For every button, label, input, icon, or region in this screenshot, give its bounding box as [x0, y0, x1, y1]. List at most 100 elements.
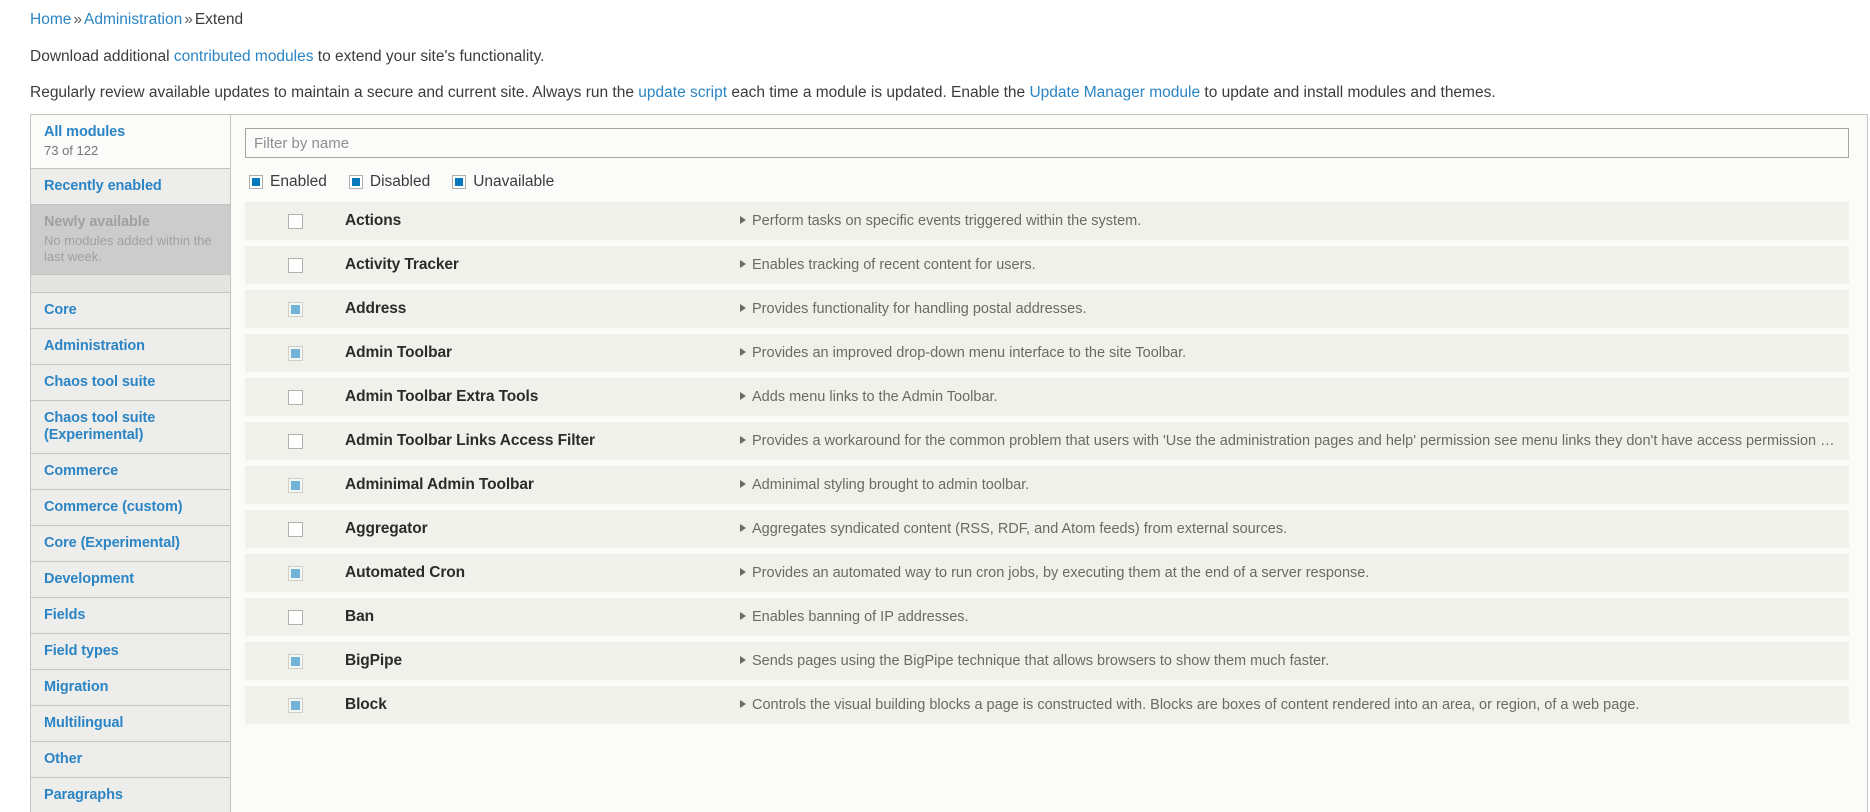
- sidebar-item-chaos-tool-suite-experimental[interactable]: Chaos tool suite (Experimental): [31, 401, 230, 454]
- module-list-pane: Enabled Disabled Unavailable Actions Perf…: [231, 115, 1868, 812]
- sidebar-item-commerce[interactable]: Commerce: [31, 454, 230, 490]
- module-enable-checkbox: [287, 345, 303, 361]
- module-enable-cell: [245, 565, 345, 581]
- module-description-cell: Provides an improved drop-down menu inte…: [740, 345, 1849, 361]
- module-enable-checkbox: [287, 653, 303, 669]
- module-enable-cell: [245, 609, 345, 625]
- module-name: Admin Toolbar: [345, 344, 452, 361]
- module-name: Actions: [345, 212, 402, 229]
- module-enable-checkbox[interactable]: [287, 609, 303, 625]
- sidebar-item-label: Commerce: [44, 463, 119, 479]
- sidebar-item-commerce-custom[interactable]: Commerce (custom): [31, 490, 230, 526]
- chevron-right-icon[interactable]: [740, 216, 746, 224]
- module-description: Enables tracking of recent content for u…: [752, 257, 1036, 273]
- sidebar-item-recently-enabled[interactable]: Recently enabled: [31, 169, 230, 205]
- checkbox-filter-unavailable[interactable]: Unavailable: [452, 173, 554, 191]
- sidebar-item-development[interactable]: Development: [31, 562, 230, 598]
- checkbox-filter-enabled[interactable]: Enabled: [249, 173, 327, 191]
- chevron-right-icon[interactable]: [740, 568, 746, 576]
- module-description-cell: Provides an automated way to run cron jo…: [740, 565, 1849, 581]
- chevron-right-icon[interactable]: [740, 612, 746, 620]
- module-description-cell: Enables banning of IP addresses.: [740, 609, 1849, 625]
- checkbox-filter-disabled[interactable]: Disabled: [348, 173, 431, 191]
- sidebar-item-core-experimental[interactable]: Core (Experimental): [31, 526, 230, 562]
- module-description: Provides an improved drop-down menu inte…: [752, 345, 1187, 361]
- chevron-right-icon[interactable]: [740, 436, 746, 444]
- module-enable-cell: [245, 257, 345, 273]
- breadcrumb-separator: »: [73, 11, 82, 28]
- module-enable-cell: [245, 213, 345, 229]
- module-enable-checkbox: [287, 565, 303, 581]
- module-name: Address: [345, 300, 407, 317]
- module-enable-checkbox[interactable]: [287, 389, 303, 405]
- sidebar-item-core[interactable]: Core: [31, 293, 230, 329]
- sidebar-item-migration[interactable]: Migration: [31, 670, 230, 706]
- search-input[interactable]: [245, 128, 1849, 158]
- module-description-cell: Adds menu links to the Admin Toolbar.: [740, 389, 1849, 405]
- table-row: Automated Cron Provides an automated way …: [245, 554, 1849, 592]
- contributed-modules-link[interactable]: contributed modules: [174, 48, 314, 65]
- table-row: Actions Perform tasks on specific events …: [245, 202, 1849, 240]
- breadcrumb-item-home[interactable]: Home: [30, 11, 71, 28]
- module-description: Sends pages using the BigPipe technique …: [752, 653, 1330, 669]
- sidebar-item-note: No modules added within the last week.: [44, 233, 212, 264]
- intro-text-1a: Download additional: [30, 47, 174, 65]
- chevron-right-icon[interactable]: [740, 656, 746, 664]
- module-enable-checkbox: [287, 477, 303, 493]
- table-row: Admin Toolbar Extra Tools Adds menu links…: [245, 378, 1849, 416]
- module-description-cell: Adminimal styling brought to admin toolb…: [740, 477, 1849, 493]
- sidebar-item-multilingual[interactable]: Multilingual: [31, 706, 230, 742]
- sidebar-item-administration[interactable]: Administration: [31, 329, 230, 365]
- module-name: Aggregator: [345, 520, 428, 537]
- module-description-cell: Sends pages using the BigPipe technique …: [740, 653, 1849, 669]
- module-name: Automated Cron: [345, 564, 466, 581]
- chevron-right-icon[interactable]: [740, 700, 746, 708]
- checkbox-icon[interactable]: [249, 175, 263, 189]
- module-description-cell: Perform tasks on specific events trigger…: [740, 213, 1849, 229]
- chevron-right-icon[interactable]: [740, 392, 746, 400]
- chevron-right-icon[interactable]: [740, 260, 746, 268]
- sidebar-item-all-modules[interactable]: All modules 73 of 122: [31, 115, 230, 169]
- module-enable-checkbox: [287, 697, 303, 713]
- module-enable-checkbox[interactable]: [287, 433, 303, 449]
- sidebar-item-label: Migration: [44, 679, 109, 695]
- table-row: Aggregator Aggregates syndicated content …: [245, 510, 1849, 548]
- sidebar-item-label: Chaos tool suite (Experimental): [44, 410, 156, 443]
- checkbox-icon[interactable]: [348, 175, 363, 189]
- chevron-right-icon[interactable]: [740, 304, 746, 312]
- sidebar-item-chaos-tool-suite[interactable]: Chaos tool suite: [31, 365, 230, 401]
- module-description-cell: Aggregates syndicated content (RSS, RDF,…: [740, 521, 1849, 537]
- module-enable-checkbox: [287, 301, 303, 317]
- chevron-right-icon[interactable]: [740, 524, 746, 532]
- module-description: Provides an automated way to run cron jo…: [752, 565, 1370, 581]
- extend-main-frame: All modules 73 of 122 Recently enabled N…: [30, 114, 1868, 812]
- sidebar-item-field-types[interactable]: Field types: [31, 634, 230, 670]
- module-enable-cell: [245, 477, 345, 493]
- sidebar-item-label: Core (Experimental): [44, 535, 180, 551]
- module-enable-cell: [245, 345, 345, 361]
- table-row: Adminimal Admin Toolbar Adminimal styling…: [245, 466, 1849, 504]
- module-description-cell: Provides functionality for handling post…: [740, 301, 1849, 317]
- module-enable-checkbox[interactable]: [287, 257, 303, 273]
- sidebar-item-paragraphs[interactable]: Paragraphs: [31, 778, 230, 812]
- chevron-right-icon[interactable]: [740, 480, 746, 488]
- breadcrumb-item-extend: Extend: [194, 11, 244, 28]
- update-script-link[interactable]: update script: [638, 84, 727, 101]
- breadcrumb-item-administration[interactable]: Administration: [84, 11, 182, 28]
- module-description-cell: Enables tracking of recent content for u…: [740, 257, 1849, 273]
- intro-text-2c: to update and install modules and themes…: [1200, 84, 1496, 101]
- checkbox-filter-label: Disabled: [369, 173, 431, 190]
- checkbox-icon[interactable]: [452, 175, 467, 189]
- intro-paragraph-updates: Regularly review available updates to ma…: [0, 82, 1870, 103]
- sidebar-item-label: Multilingual: [44, 715, 124, 731]
- update-manager-module-link[interactable]: Update Manager module: [1029, 84, 1200, 101]
- module-package-sidebar: All modules 73 of 122 Recently enabled N…: [31, 115, 231, 812]
- sidebar-item-label: Paragraphs: [44, 787, 123, 803]
- sidebar-item-fields[interactable]: Fields: [31, 598, 230, 634]
- module-enable-checkbox[interactable]: [287, 213, 303, 229]
- checkbox-filter-label: Enabled: [270, 173, 327, 190]
- chevron-right-icon[interactable]: [740, 348, 746, 356]
- module-enable-checkbox[interactable]: [287, 521, 303, 537]
- sidebar-item-other[interactable]: Other: [31, 742, 230, 778]
- module-enable-cell: [245, 301, 345, 317]
